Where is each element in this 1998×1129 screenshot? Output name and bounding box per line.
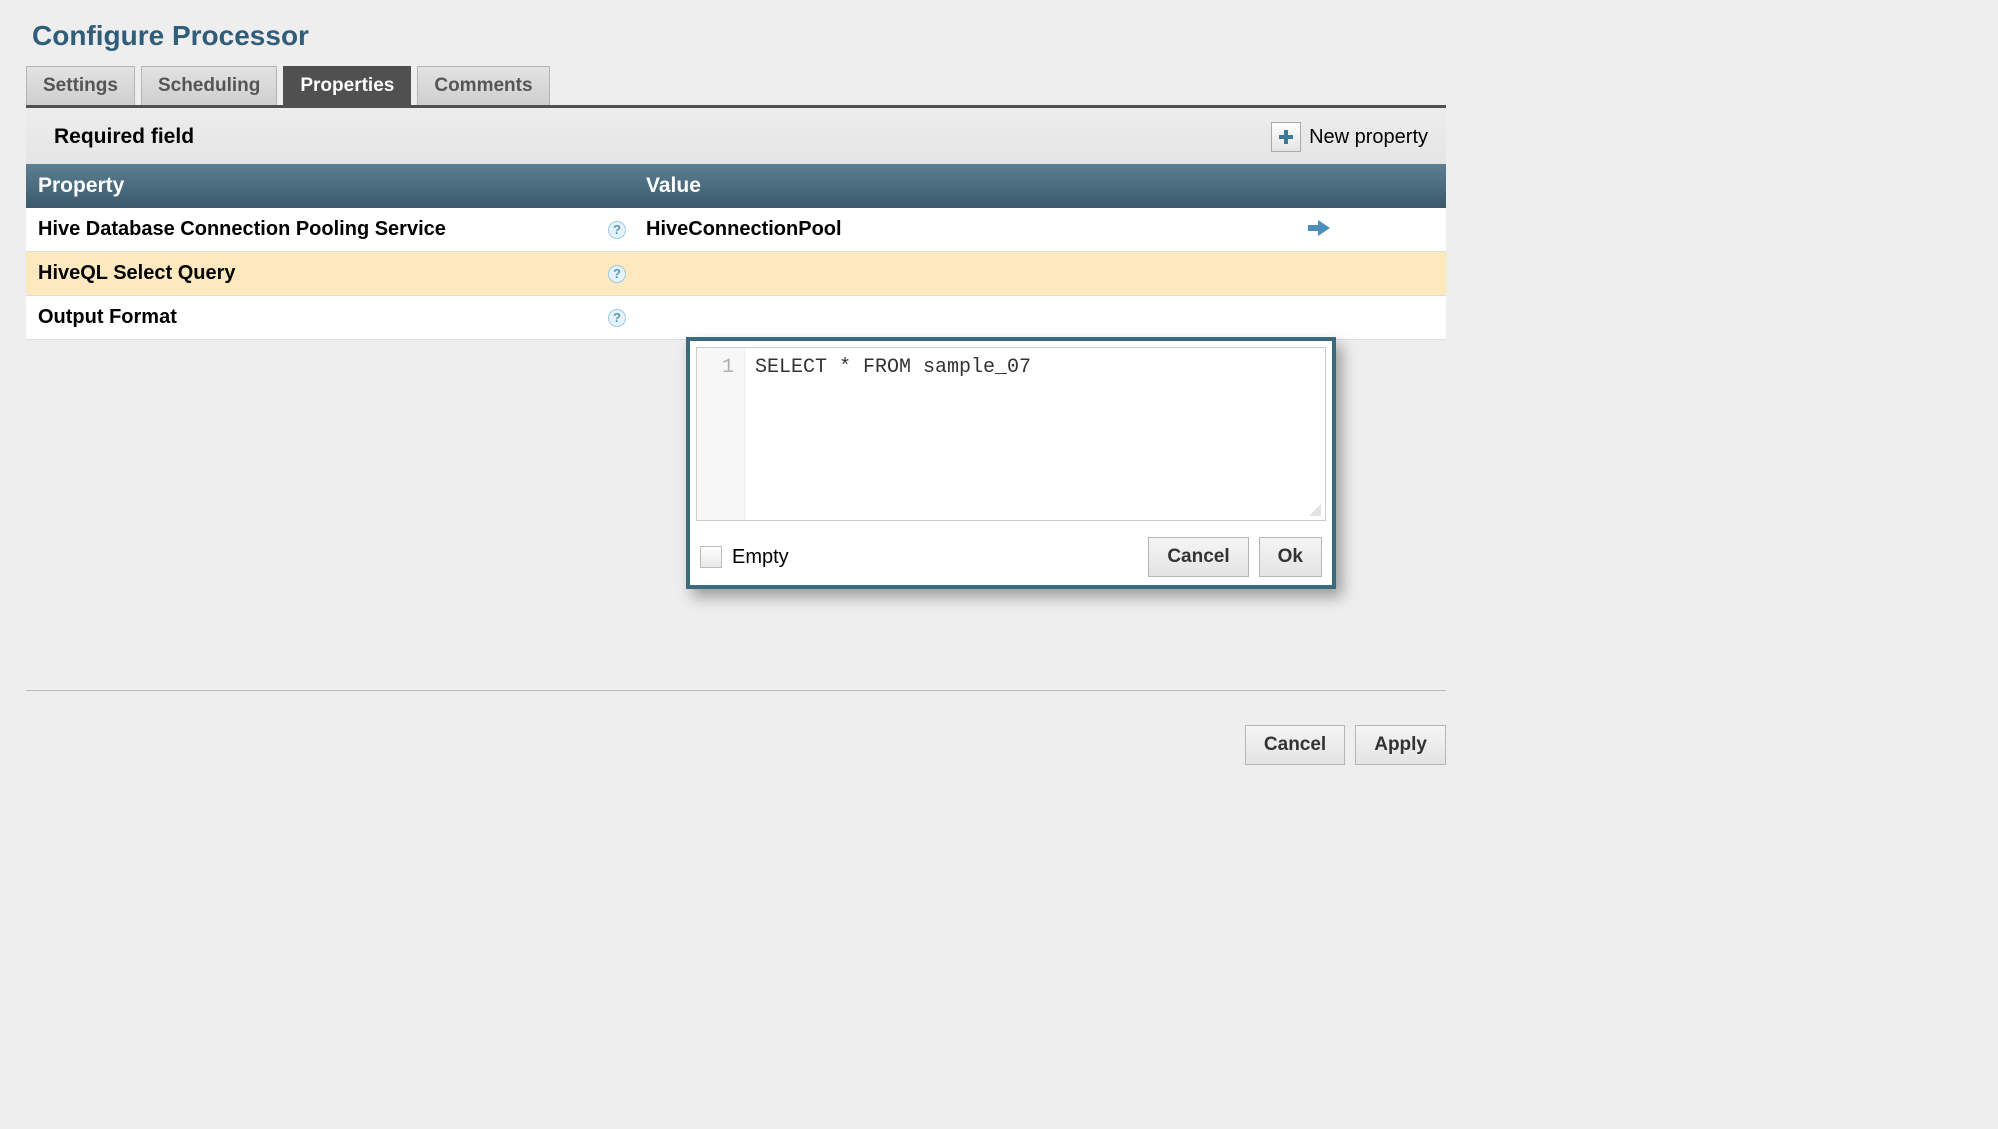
value-editor-popup: 1 SELECT * FROM sample_07 Empty Cancel O…: [686, 337, 1336, 589]
tabs-bar: Settings Scheduling Properties Comments: [26, 66, 1446, 108]
new-property-label: New property: [1309, 126, 1428, 149]
property-name-cell: Hive Database Connection Pooling Service…: [26, 208, 634, 252]
new-property-control: New property: [1271, 122, 1428, 152]
plus-icon: [1279, 130, 1293, 144]
properties-panel: Required field New property Property Val…: [26, 108, 1446, 340]
tab-settings[interactable]: Settings: [26, 66, 135, 105]
dialog-cancel-button[interactable]: Cancel: [1245, 725, 1345, 765]
line-gutter: 1: [697, 348, 745, 520]
table-row[interactable]: HiveQL Select Query ?: [26, 252, 1446, 296]
property-action-cell: [1296, 208, 1446, 252]
tab-comments[interactable]: Comments: [417, 66, 549, 105]
editor-footer: Empty Cancel Ok: [696, 533, 1326, 579]
property-name: HiveQL Select Query: [38, 262, 236, 284]
property-name-cell: HiveQL Select Query ?: [26, 252, 634, 296]
editor-ok-button[interactable]: Ok: [1259, 537, 1322, 577]
property-name: Hive Database Connection Pooling Service: [38, 218, 446, 240]
property-name: Output Format: [38, 306, 177, 328]
tab-properties[interactable]: Properties: [283, 66, 411, 105]
property-action-cell: [1296, 252, 1446, 296]
empty-label: Empty: [732, 546, 789, 569]
dialog-footer: Cancel Apply: [26, 690, 1446, 765]
property-name-cell: Output Format ?: [26, 296, 634, 340]
col-value: Value: [634, 164, 1296, 208]
goto-arrow-icon[interactable]: [1308, 221, 1330, 235]
property-value[interactable]: [634, 252, 1296, 296]
code-editor[interactable]: 1 SELECT * FROM sample_07: [696, 347, 1326, 521]
empty-checkbox[interactable]: [700, 546, 722, 568]
required-field-label: Required field: [54, 125, 194, 149]
configure-processor-dialog: Configure Processor Settings Scheduling …: [26, 20, 1446, 765]
help-icon[interactable]: ?: [608, 265, 626, 283]
col-property: Property: [26, 164, 634, 208]
table-row[interactable]: Output Format ?: [26, 296, 1446, 340]
resize-handle-icon[interactable]: [1307, 502, 1321, 516]
help-icon[interactable]: ?: [608, 221, 626, 239]
new-property-button[interactable]: [1271, 122, 1301, 152]
table-row[interactable]: Hive Database Connection Pooling Service…: [26, 208, 1446, 252]
property-value[interactable]: [634, 296, 1296, 340]
empty-checkbox-wrap: Empty: [700, 546, 789, 569]
code-textarea[interactable]: SELECT * FROM sample_07: [745, 348, 1325, 520]
property-action-cell: [1296, 296, 1446, 340]
tab-scheduling[interactable]: Scheduling: [141, 66, 277, 105]
editor-cancel-button[interactable]: Cancel: [1148, 537, 1248, 577]
panel-header: Required field New property: [26, 108, 1446, 164]
dialog-apply-button[interactable]: Apply: [1355, 725, 1446, 765]
col-actions: [1296, 164, 1446, 208]
properties-table: Property Value Hive Database Connection …: [26, 164, 1446, 340]
dialog-title: Configure Processor: [32, 20, 1446, 52]
help-icon[interactable]: ?: [608, 309, 626, 327]
line-number: 1: [701, 356, 734, 379]
property-value[interactable]: HiveConnectionPool: [634, 208, 1296, 252]
